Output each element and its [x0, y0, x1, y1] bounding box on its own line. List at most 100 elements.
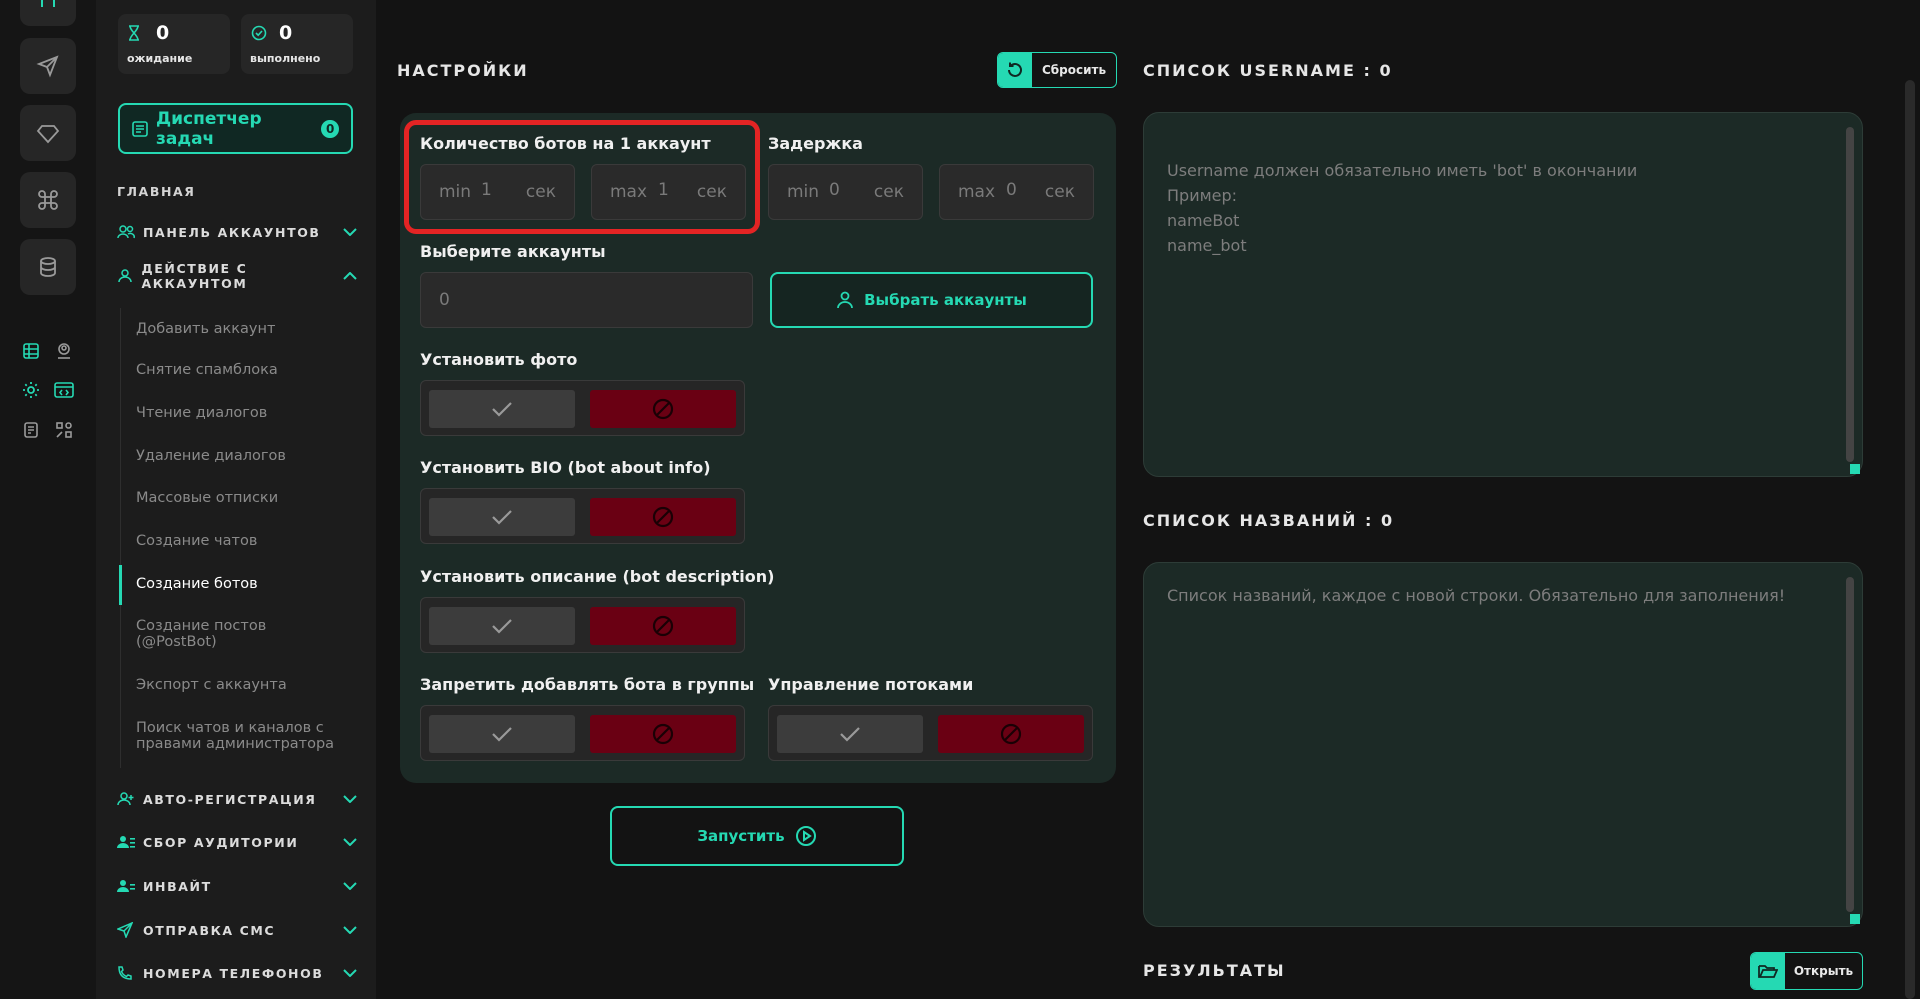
stat-done-value: 0	[279, 22, 293, 44]
rail-button-premium[interactable]	[20, 105, 76, 161]
names-textarea[interactable]: Список названий, каждое с новой строки. …	[1143, 562, 1863, 927]
unit-label: сек	[1044, 182, 1075, 202]
names-placeholder: Список названий, каждое с новой строки. …	[1167, 586, 1786, 605]
disable-option[interactable]	[590, 498, 736, 536]
database-icon	[36, 255, 60, 279]
sidebar-group-audience[interactable]: СБОР АУДИТОРИИ	[117, 831, 357, 853]
set-bio-toggle	[420, 488, 745, 544]
sidebar-group-label: НОМЕРА ТЕЛЕФОНОВ	[143, 965, 324, 981]
sidebar-item-mass-unsubscribe[interactable]: Массовые отписки	[136, 490, 356, 506]
code-window-icon[interactable]	[53, 379, 75, 401]
disable-option[interactable]	[938, 715, 1084, 753]
enable-option[interactable]	[429, 715, 575, 753]
accounts-label: Выберите аккаунты	[420, 242, 606, 261]
sidebar-item-delete-dialogs[interactable]: Удаление диалогов	[136, 448, 356, 464]
open-results-button[interactable]: Открыть	[1750, 952, 1863, 990]
accounts-count-field[interactable]: 0	[420, 272, 753, 328]
sidebar-item-read-dialogs[interactable]: Чтение диалогов	[136, 405, 356, 421]
delay-max-field[interactable]: max 0 сек	[939, 164, 1094, 220]
check-icon	[491, 618, 513, 634]
chevron-down-icon	[343, 838, 357, 846]
sidebar-item-add-account[interactable]: Добавить аккаунт	[136, 321, 356, 337]
check-icon	[491, 509, 513, 525]
rail-button-home[interactable]	[20, 0, 76, 26]
usernames-textarea[interactable]: Username должен обязательно иметь 'bot' …	[1143, 112, 1863, 477]
play-circle-icon	[795, 825, 817, 847]
sidebar-group-account-actions[interactable]: ДЕЙСТВИЕ С АККАУНТОМ	[117, 261, 357, 291]
set-bio-label: Установить BIO (bot about info)	[420, 458, 711, 477]
disable-option[interactable]	[590, 715, 736, 753]
resize-handle[interactable]	[1850, 914, 1860, 924]
accounts-count: 0	[439, 290, 450, 310]
enable-option[interactable]	[429, 607, 575, 645]
scrollbar[interactable]	[1846, 127, 1854, 462]
ban-icon	[652, 723, 674, 745]
chevron-down-icon	[343, 795, 357, 803]
user-location-icon[interactable]	[53, 340, 75, 362]
min-value: 0	[829, 180, 840, 200]
stat-done-label: выполнено	[250, 52, 321, 65]
scrollbar[interactable]	[1846, 577, 1854, 912]
ban-icon	[1000, 723, 1022, 745]
set-photo-toggle	[420, 380, 745, 436]
sidebar-item-export[interactable]: Экспорт с аккаунта	[136, 677, 356, 693]
run-button[interactable]: Запустить	[610, 806, 904, 866]
paper-plane-icon	[36, 54, 60, 78]
active-indicator	[119, 565, 122, 605]
page-scrollbar[interactable]	[1905, 80, 1915, 999]
reset-button[interactable]: Сбросить	[997, 52, 1117, 88]
names-title: СПИСОК НАЗВАНИЙ : 0	[1143, 511, 1395, 530]
stat-waiting: 0 ожидание	[118, 14, 230, 74]
chevron-down-icon	[343, 882, 357, 890]
chevron-down-icon	[343, 926, 357, 934]
set-description-label: Установить описание (bot description)	[420, 567, 775, 586]
sidebar-item-admin-search[interactable]: Поиск чатов и каналов с правами админист…	[136, 720, 341, 752]
list-icon[interactable]	[20, 340, 42, 362]
diamond-icon	[36, 121, 60, 145]
sidebar-item-create-posts[interactable]: Создание постов (@PostBot)	[136, 618, 356, 650]
gear-icon[interactable]	[20, 379, 42, 401]
sidebar-group-auto-registration[interactable]: АВТО-РЕГИСТРАЦИЯ	[117, 788, 357, 810]
sidebar-group-invite[interactable]: ИНВАЙТ	[117, 875, 357, 897]
select-accounts-button[interactable]: Выбрать аккаунты	[770, 272, 1093, 328]
max-value: 0	[1006, 180, 1017, 200]
phone-icon	[117, 965, 137, 981]
command-icon	[36, 188, 60, 212]
section-title-main: ГЛАВНАЯ	[117, 184, 196, 199]
deny-groups-label: Запретить добавлять бота в группы	[420, 675, 755, 694]
shapes-icon[interactable]	[53, 419, 75, 441]
document-icon[interactable]	[20, 419, 42, 441]
sidebar-group-label: ОТПРАВКА СМС	[143, 922, 276, 938]
highlight-box	[404, 120, 760, 234]
sidebar-group-sms[interactable]: ОТПРАВКА СМС	[117, 919, 357, 941]
rail-button-command[interactable]	[20, 172, 76, 228]
sidebar-group-label: СБОР АУДИТОРИИ	[143, 834, 299, 850]
disable-option[interactable]	[590, 607, 736, 645]
unit-label: сек	[873, 182, 904, 202]
sidebar-item-create-bots[interactable]: Создание ботов	[136, 576, 356, 592]
user-icon	[836, 291, 854, 309]
stat-waiting-value: 0	[156, 22, 170, 44]
settings-title: НАСТРОЙКИ	[397, 61, 529, 80]
reset-label: Сбросить	[1041, 63, 1107, 77]
enable-option[interactable]	[429, 390, 575, 428]
sidebar-item-spamblock[interactable]: Снятие спамблока	[136, 362, 356, 378]
task-manager-button[interactable]: Диспетчер задач 0	[118, 103, 353, 154]
delay-min-field[interactable]: min 0 сек	[768, 164, 923, 220]
set-photo-label: Установить фото	[420, 350, 578, 369]
open-label: Открыть	[1793, 964, 1854, 978]
check-circle-icon	[251, 25, 267, 41]
disable-option[interactable]	[590, 390, 736, 428]
check-icon	[839, 726, 861, 742]
enable-option[interactable]	[777, 715, 923, 753]
rail-button-database[interactable]	[20, 239, 76, 295]
sidebar-item-create-chats[interactable]: Создание чатов	[136, 533, 356, 549]
task-manager-count: 0	[321, 119, 339, 138]
sidebar-group-phones[interactable]: НОМЕРА ТЕЛЕФОНОВ	[117, 962, 357, 984]
folder-open-icon	[1751, 953, 1785, 989]
rail-button-send[interactable]	[20, 38, 76, 94]
sidebar-group-accounts-panel[interactable]: ПАНЕЛЬ АККАУНТОВ	[117, 221, 357, 243]
resize-handle[interactable]	[1850, 464, 1860, 474]
enable-option[interactable]	[429, 498, 575, 536]
ban-icon	[652, 506, 674, 528]
